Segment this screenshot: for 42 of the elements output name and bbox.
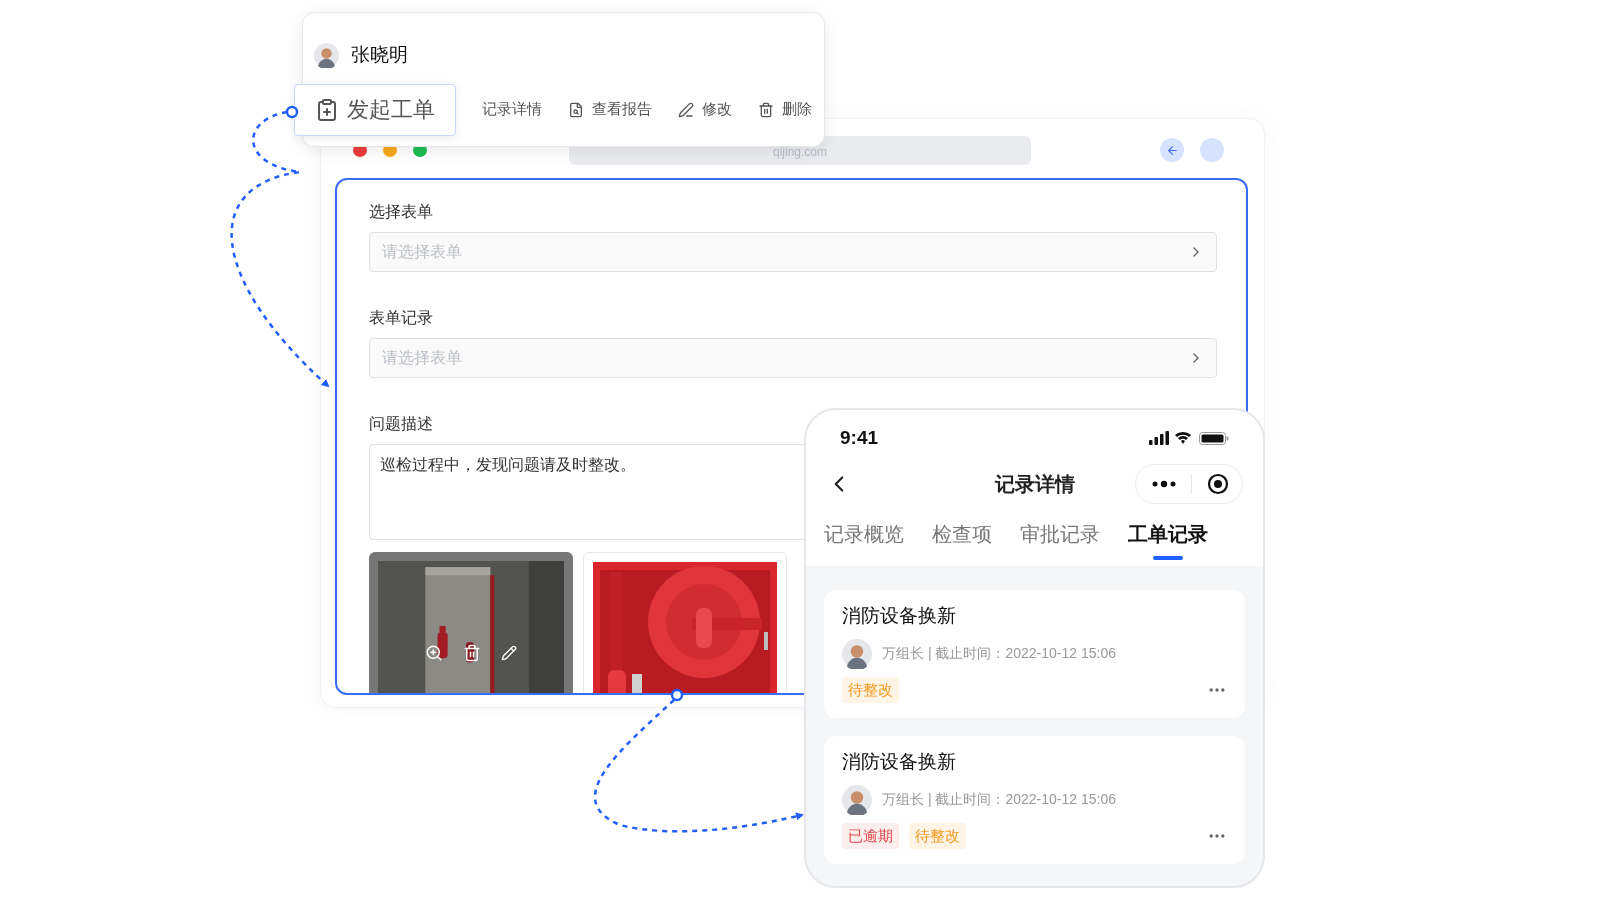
battery-icon [1199, 431, 1229, 445]
record-card[interactable]: 消防设备换新 万组长 | 截止时间：2022-10-12 15:06 待整改 [824, 590, 1245, 718]
action-icon [678, 101, 694, 118]
action-icon [758, 101, 774, 118]
tab[interactable]: 工单记录 [1128, 516, 1208, 564]
avatar [842, 638, 872, 669]
tab[interactable]: 记录概览 [824, 516, 904, 564]
delete-icon[interactable] [463, 644, 481, 662]
status-tag: 待整改 [909, 822, 966, 849]
field-label: 问题描述 [369, 414, 434, 434]
status-time: 9:41 [840, 425, 879, 450]
record-meta: 万组长 | 截止时间：2022-10-12 15:06 [882, 644, 1116, 663]
record-title: 消防设备换新 [842, 604, 957, 628]
field-label: 表单记录 [369, 308, 434, 328]
field-label: 选择表单 [369, 202, 434, 222]
action-icon [315, 97, 339, 122]
action-button[interactable]: 发起工单 [294, 83, 456, 136]
record-meta: 万组长 | 截止时间：2022-10-12 15:06 [882, 790, 1116, 809]
photo-tile[interactable] [583, 552, 787, 693]
tab[interactable]: 审批记录 [1020, 516, 1100, 564]
status-tag: 待整改 [842, 676, 899, 703]
page-title: 记录详情 [994, 472, 1075, 497]
target-icon[interactable] [1207, 473, 1229, 495]
action-icon [568, 101, 584, 118]
edit-icon[interactable] [501, 645, 517, 661]
back-button[interactable] [1160, 138, 1184, 162]
avatar [842, 784, 872, 815]
action-button[interactable]: 查看报告 [568, 98, 652, 121]
action-button[interactable]: 修改 [678, 98, 732, 121]
tab[interactable]: 检查项 [932, 516, 992, 564]
avatar [314, 42, 339, 68]
back-arrow-icon [1165, 143, 1179, 157]
zoom-icon[interactable] [425, 644, 443, 662]
signal-icon [1149, 430, 1169, 446]
wifi-icon [1175, 431, 1191, 445]
more-icon[interactable] [1152, 480, 1176, 488]
user-name: 张晓明 [351, 43, 408, 67]
action-button[interactable]: 删除 [758, 98, 812, 121]
action-button[interactable]: 记录详情 [482, 98, 542, 121]
record-title: 消防设备换新 [842, 750, 957, 774]
record-card[interactable]: 消防设备换新 万组长 | 截止时间：2022-10-12 15:06 已逾期 待整改 [824, 736, 1245, 864]
status-tag: 已逾期 [842, 822, 899, 849]
